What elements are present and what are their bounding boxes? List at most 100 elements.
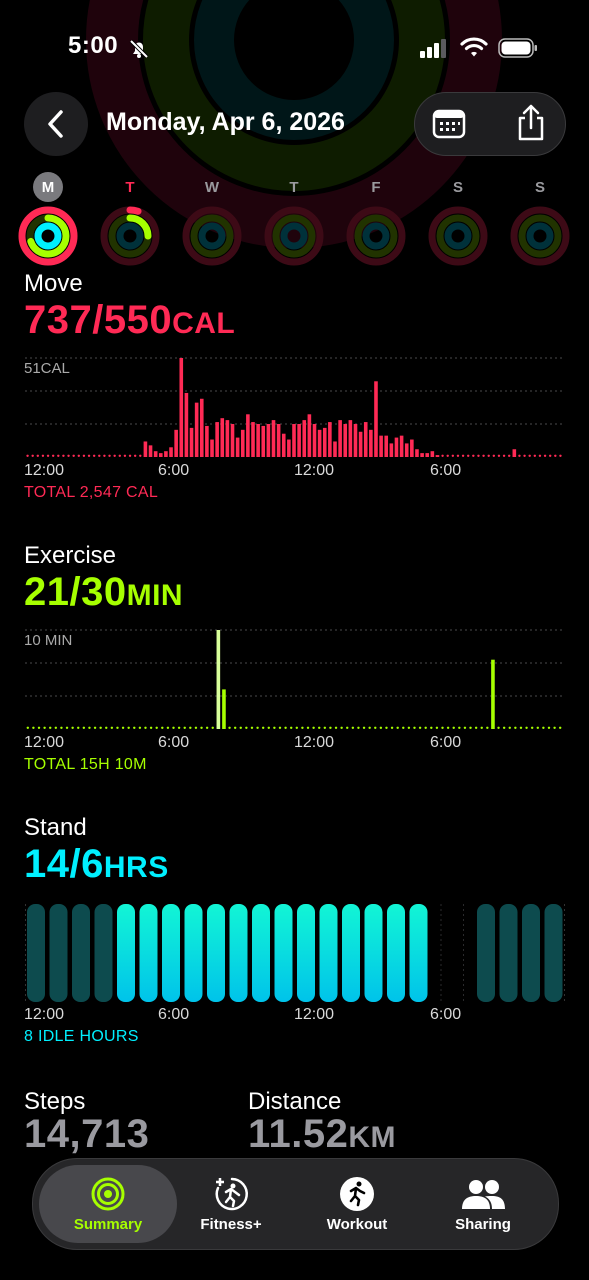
move-bar [456, 454, 460, 457]
back-button[interactable] [24, 92, 88, 156]
move-bar [358, 431, 363, 457]
axis-tick-label: 12:00 [24, 462, 65, 479]
exercise-bar [458, 726, 461, 729]
stand-bar [139, 904, 158, 1002]
calendar-button[interactable] [431, 107, 467, 141]
move-bar [271, 420, 276, 457]
exercise-bar [413, 726, 416, 729]
stand-total: 8 IDLE HOURS [24, 1028, 139, 1045]
ring-track [526, 222, 554, 250]
share-button[interactable] [513, 103, 549, 143]
week-day-rings[interactable] [507, 203, 573, 269]
exercise-bar [133, 726, 136, 729]
week-day-letter: S [452, 178, 463, 196]
move-bar [528, 454, 531, 457]
exercise-bar [26, 726, 30, 729]
move-bar [461, 454, 465, 457]
move-bar [369, 429, 373, 457]
move-bar [148, 445, 153, 457]
exercise-bar [138, 726, 142, 729]
stand-bar [364, 904, 383, 1002]
move-scale-label: 51CAL [24, 360, 70, 377]
move-bar [307, 414, 312, 457]
move-bar [153, 451, 158, 457]
exercise-bar [32, 726, 35, 729]
exercise-total: TOTAL 15H 10M [24, 756, 147, 773]
exercise-bar [256, 726, 259, 729]
exercise-bar [37, 726, 41, 729]
exercise-bar [93, 726, 97, 729]
move-bar [57, 454, 60, 457]
exercise-bar [49, 726, 52, 729]
exercise-bar [402, 726, 405, 729]
stand-bar [319, 904, 338, 1002]
exercise-bar [530, 726, 534, 729]
exercise-bar [245, 726, 248, 729]
exercise-bar [105, 726, 108, 729]
week-day-rings[interactable] [97, 203, 163, 269]
move-bar [164, 451, 168, 457]
exercise-bar [318, 726, 321, 729]
axis-tick-label: 12:00 [294, 462, 335, 479]
wifi-icon [460, 37, 488, 57]
exercise-bar [71, 726, 74, 729]
move-bar [497, 454, 501, 457]
exercise-value: 21/30MIN [24, 570, 183, 615]
exercise-bar [480, 726, 483, 729]
axis-tick-label: 6:00 [430, 462, 462, 479]
move-bar [451, 454, 455, 457]
stand-bar [184, 904, 203, 1002]
chevron-left-icon [48, 110, 63, 138]
exercise-bar [233, 726, 237, 729]
move-bar [435, 455, 440, 457]
exercise-bar [216, 630, 221, 729]
move-bar [420, 453, 424, 457]
cellular-signal-icon [420, 39, 446, 58]
exercise-bar [558, 726, 562, 729]
exercise-bar [250, 726, 254, 729]
stand-value: 14/6HRS [24, 842, 169, 887]
tab-workout[interactable]: Workout [301, 1159, 413, 1249]
tab-summary[interactable]: Summary [39, 1159, 177, 1249]
move-bar [113, 454, 116, 457]
status-time: 5:00 [68, 32, 119, 59]
ring-track [362, 222, 390, 250]
exercise-bar [289, 726, 293, 729]
ring-progress [34, 222, 62, 250]
exercise-bar [222, 689, 226, 729]
exercise-bar [508, 726, 511, 729]
week-day-rings[interactable] [179, 203, 245, 269]
move-bar [199, 398, 204, 457]
axis-tick-label: 6:00 [158, 462, 190, 479]
move-bar [477, 454, 480, 457]
move-bar [487, 454, 490, 457]
stand-bar [477, 904, 495, 1002]
page-title: Monday, Apr 6, 2026 [106, 108, 345, 136]
stand-bar [229, 904, 248, 1002]
week-day-rings[interactable] [15, 203, 81, 269]
move-bar [246, 414, 250, 457]
week-day-rings[interactable] [425, 203, 491, 269]
move-bar [548, 454, 552, 457]
stand-bar [499, 904, 518, 1002]
move-bar [235, 437, 240, 457]
week-day-rings[interactable] [343, 203, 409, 269]
tab-sharing[interactable]: Sharing [427, 1159, 539, 1249]
exercise-bar [54, 726, 58, 729]
move-bar [472, 454, 475, 457]
exercise-bar [149, 726, 153, 729]
stand-bar [49, 904, 68, 1002]
exercise-bar [189, 726, 192, 729]
move-bar [348, 420, 353, 457]
stand-bar [117, 904, 135, 1002]
move-value: 737/550CAL [24, 298, 235, 343]
exercise-bar [435, 726, 439, 729]
tab-fitness-plus[interactable]: Fitness+ [175, 1159, 287, 1249]
exercise-bar [486, 726, 489, 729]
calendar-icon [432, 109, 466, 139]
exercise-bar [553, 726, 556, 729]
move-bar [467, 454, 470, 457]
week-day-rings[interactable] [261, 203, 327, 269]
move-bar [261, 425, 266, 457]
ring-track [198, 222, 226, 250]
